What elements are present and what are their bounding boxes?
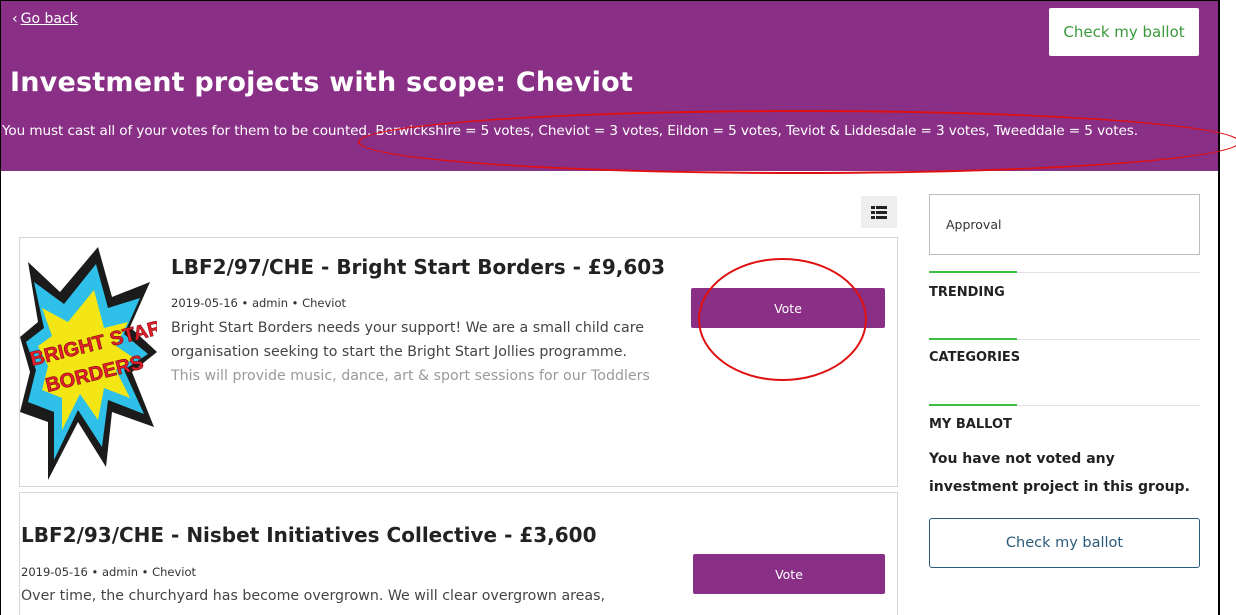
project-meta: 2019-05-16 • admin • Cheviot [171, 296, 347, 310]
list-view-icon [871, 205, 887, 219]
project-meta: 2019-05-16 • admin • Cheviot [21, 565, 197, 579]
filter-select[interactable]: Approval [929, 194, 1200, 255]
description-line: This will provide music, dance, art & sp… [171, 368, 650, 384]
page-header: ‹ Go back Check my ballot Investment proj… [1, 1, 1218, 171]
ballot-section: MY BALLOT You have not voted any investm… [929, 404, 1200, 506]
check-ballot-header-button[interactable]: Check my ballot [1049, 8, 1199, 56]
vote-button[interactable]: Vote [693, 554, 885, 594]
description-line: organisation seeking to start the Bright… [171, 344, 627, 360]
trending-section: TRENDING [929, 271, 1200, 333]
project-date: 2019-05-16 [171, 296, 238, 310]
go-back-label: Go back [20, 11, 78, 27]
section-accent [929, 404, 1017, 406]
project-date: 2019-05-16 [21, 565, 88, 579]
project-card: BRIGHT START BORDERS LBF2/97/CHE - Brigh… [19, 237, 898, 487]
ballot-heading: MY BALLOT [929, 417, 1012, 432]
description-line: Bright Start Borders needs your support!… [171, 320, 644, 336]
project-author: admin [101, 565, 138, 579]
check-ballot-sidebar-button[interactable]: Check my ballot [929, 518, 1200, 568]
vote-button[interactable]: Vote [691, 288, 885, 328]
section-accent [929, 338, 1017, 340]
page-frame: ‹ Go back Check my ballot Investment proj… [0, 0, 1220, 615]
go-back-link[interactable]: ‹ Go back [12, 11, 78, 27]
chevron-left-icon: ‹ [12, 11, 18, 27]
page-title: Investment projects with scope: Cheviot [10, 67, 633, 98]
votes-notice: You must cast all of your votes for them… [2, 123, 1138, 139]
project-author: admin [251, 296, 288, 310]
list-view-toggle[interactable] [861, 196, 897, 228]
project-title[interactable]: LBF2/97/CHE - Bright Start Borders - £9,… [171, 255, 665, 279]
project-scope: Cheviot [152, 565, 197, 579]
project-title[interactable]: LBF2/93/CHE - Nisbet Initiatives Collect… [21, 523, 597, 547]
trending-heading: TRENDING [929, 285, 1005, 300]
project-scope: Cheviot [302, 296, 347, 310]
project-description: Bright Start Borders needs your support!… [171, 316, 651, 388]
categories-heading: CATEGORIES [929, 350, 1021, 365]
project-card: LBF2/93/CHE - Nisbet Initiatives Collect… [19, 492, 898, 615]
description-line: Over time, the churchyard has become ove… [21, 588, 605, 604]
categories-section: CATEGORIES [929, 338, 1200, 400]
project-description: Over time, the churchyard has become ove… [21, 584, 721, 608]
section-accent [929, 271, 1017, 273]
project-logo-image: BRIGHT START BORDERS [20, 247, 157, 480]
ballot-message: You have not voted any investment projec… [929, 451, 1190, 495]
